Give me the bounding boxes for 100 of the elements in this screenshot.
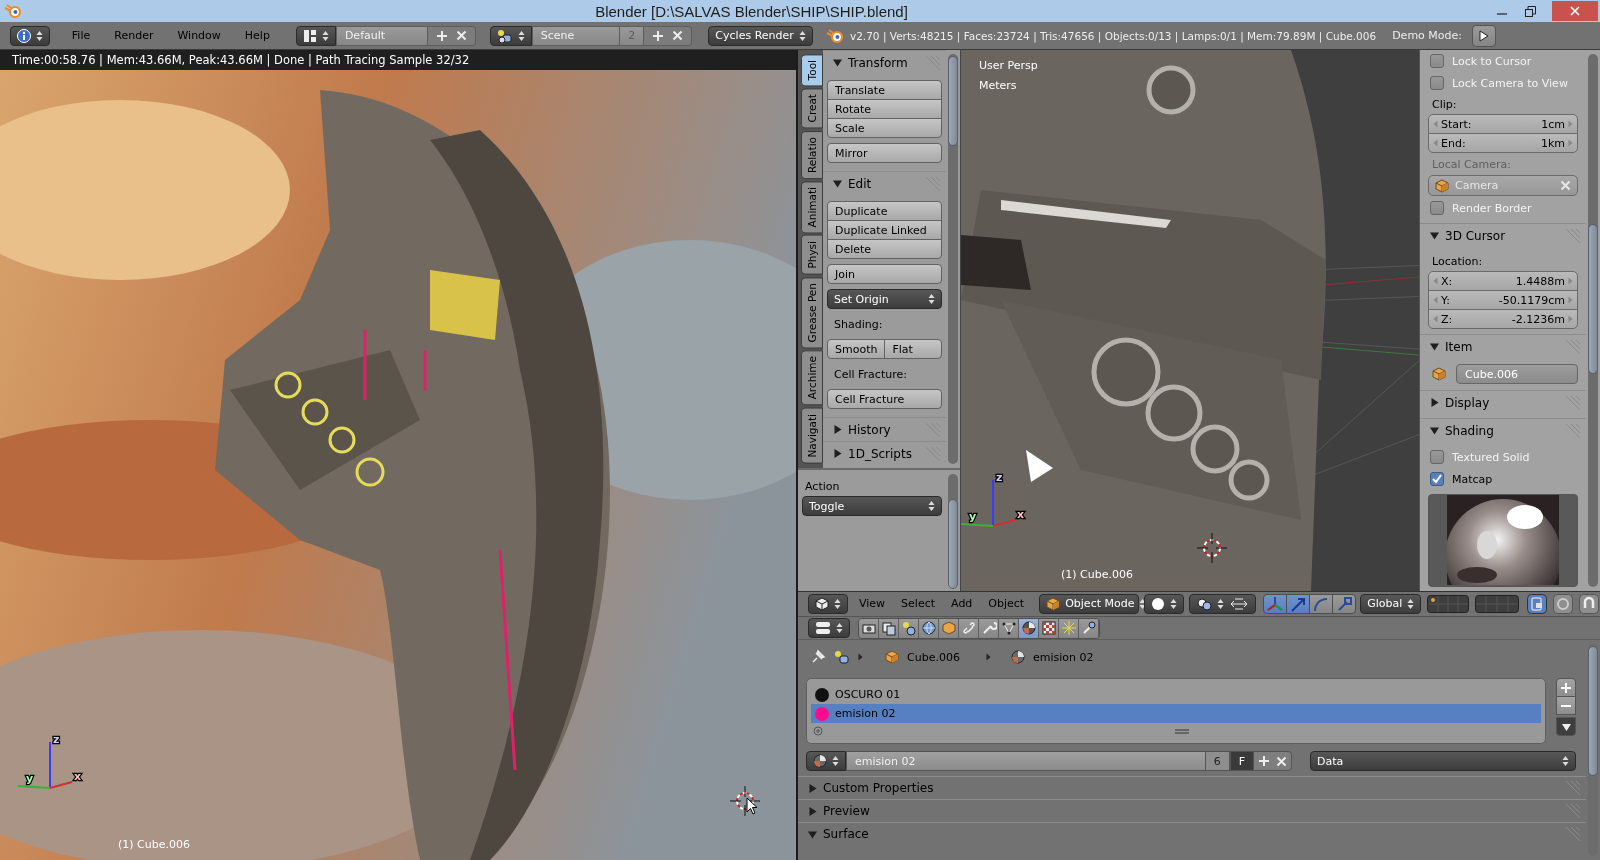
number-field[interactable]: X: 1.4488m [1428, 271, 1578, 291]
tool-button[interactable]: Delete [827, 239, 942, 259]
breadcrumb-item[interactable]: emision 02 [1032, 650, 1094, 664]
list-row[interactable]: emision 02 [811, 704, 1541, 723]
number-field[interactable]: End: 1km [1428, 133, 1578, 153]
panel-header[interactable]: Display [1420, 390, 1586, 414]
panel-title: Display [1445, 395, 1491, 410]
axis-label: y [969, 510, 977, 523]
axis-label: z [996, 471, 1003, 484]
scene-stats: v2.70 | Verts:48215 | Faces:23724 | Tris:47656 | Objects:0/13 | Lamps:0/1 | Mem:79.89M | Cube.006 [849, 29, 1377, 42]
tool-button[interactable]: Translate [827, 80, 942, 100]
menu-item[interactable]: Object [981, 593, 1032, 614]
dropdown[interactable]: Toggle [802, 496, 942, 516]
panel-header[interactable]: 3D Cursor [1420, 223, 1586, 247]
section-label: Local Camera: [1431, 156, 1512, 173]
panel-title: Item [1445, 339, 1474, 354]
section-label: Shading: [833, 316, 884, 333]
tool-button[interactable]: Mirror [827, 143, 942, 163]
operator-label: Action [804, 478, 841, 495]
tool-button[interactable]: Cell Fracture [827, 389, 942, 409]
panel-header[interactable]: Preview [798, 799, 1586, 822]
checkbox-label: Render Border [1452, 201, 1532, 215]
tool-button[interactable]: Join [827, 264, 942, 284]
panel-header[interactable]: History [823, 417, 946, 441]
object-name: Camera [1455, 179, 1500, 192]
field-value: 1cm [1541, 117, 1565, 131]
field-value: 1km [1540, 136, 1565, 150]
object-label: (1) Cube.006 [118, 838, 190, 851]
panel-header[interactable]: Edit [823, 171, 946, 195]
view-name: User Persp [979, 59, 1038, 72]
toggle-button[interactable]: Smooth [827, 339, 886, 359]
breadcrumb-item[interactable]: Cube.006 [907, 650, 960, 664]
dropdown[interactable]: Set Origin [827, 289, 942, 309]
orientation-dropdown[interactable]: Global [1360, 593, 1422, 614]
units-label: Meters [979, 79, 1017, 92]
axis-label: z [53, 733, 60, 746]
side-tab[interactable]: Tool [801, 54, 823, 87]
section-label: Location: [1431, 253, 1484, 270]
menu-item[interactable]: Add [944, 593, 980, 614]
menu-item[interactable]: View [852, 593, 893, 614]
field-label: Y: [1441, 293, 1450, 307]
menu-item[interactable]: Help [232, 25, 282, 46]
checkbox-label: Lock to Cursor [1452, 54, 1532, 68]
panel-header[interactable]: Transform [823, 50, 946, 74]
side-tab[interactable]: Grease Pen [801, 277, 823, 349]
side-tab[interactable]: Relatio [801, 130, 823, 179]
side-tab[interactable]: Creat [801, 88, 823, 129]
field-value: -50.1179cm [1498, 293, 1565, 307]
section-label: Clip: [1431, 96, 1458, 113]
side-tab[interactable]: Physi [801, 235, 823, 275]
panel-title: Surface [823, 827, 870, 841]
user-count: 6 [1205, 751, 1230, 771]
user-count: 2 [620, 25, 645, 46]
menu-item[interactable]: Window [165, 25, 233, 46]
axis-label: x [74, 770, 82, 783]
field-value: 1.4488m [1515, 274, 1565, 288]
side-tab[interactable]: Archime [801, 350, 823, 406]
render-engine-dropdown[interactable]: Cycles Render [708, 25, 813, 46]
tool-button[interactable]: Scale [827, 118, 942, 138]
panel-header[interactable]: Surface [798, 822, 1586, 845]
link-dropdown[interactable]: Data [1310, 751, 1576, 771]
slot-name: OSCURO 01 [835, 688, 901, 701]
menu-item[interactable]: Select [894, 593, 943, 614]
tool-button[interactable]: Duplicate Linked [827, 220, 942, 240]
number-field[interactable]: Z: -2.1236m [1428, 309, 1578, 329]
number-field[interactable]: Y: -50.1179cm [1428, 290, 1578, 310]
side-tab[interactable]: Animati [801, 180, 823, 234]
toggle-button[interactable]: Flat [884, 339, 942, 359]
menu-item[interactable]: Render [102, 25, 166, 46]
field-label: End: [1441, 136, 1466, 150]
panel-title: Custom Properties [823, 781, 935, 795]
tool-button[interactable]: Duplicate [827, 201, 942, 221]
tool-button[interactable]: Rotate [827, 99, 942, 119]
panel-title: Transform [848, 55, 909, 70]
panel-title: History [848, 422, 892, 437]
demo-mode-label: Demo Mode: [1392, 29, 1462, 42]
panel-header[interactable]: Item [1420, 334, 1586, 358]
checkbox-label: Matcap [1452, 472, 1493, 486]
field-label: Z: [1441, 312, 1453, 326]
field-label: X: [1441, 274, 1453, 288]
fake-user-button[interactable]: F [1229, 751, 1254, 771]
panel-title: Edit [848, 176, 873, 191]
field-value: -2.1236m [1511, 312, 1565, 326]
panel-title: Preview [823, 804, 871, 818]
menu-item[interactable]: File [59, 25, 103, 46]
list-row[interactable]: OSCURO 01 [811, 685, 1541, 704]
panel-title: 1D_Scripts [848, 446, 913, 461]
panel-title: 3D Cursor [1445, 228, 1507, 243]
panel-header[interactable]: Shading [1420, 418, 1586, 442]
panel-header[interactable]: 1D_Scripts [823, 441, 946, 465]
object-label: (1) Cube.006 [1061, 568, 1133, 581]
field-label: Start: [1441, 117, 1472, 131]
number-field[interactable]: Start: 1cm [1428, 114, 1578, 134]
checkbox-label: Lock Camera to View [1452, 76, 1568, 90]
render-status: Time:00:58.76 | Mem:43.66M, Peak:43.66M | Done | Path Tracing Sample 32/32 [0, 50, 796, 70]
side-tab[interactable]: Navigati [801, 407, 823, 464]
axis-label: y [26, 772, 34, 785]
panel-header[interactable]: Custom Properties [798, 776, 1586, 799]
window-title: Blender [D:\SALVAS Blender\SHIP\SHIP.blend] [594, 2, 909, 20]
axis-label: x [1017, 508, 1025, 521]
